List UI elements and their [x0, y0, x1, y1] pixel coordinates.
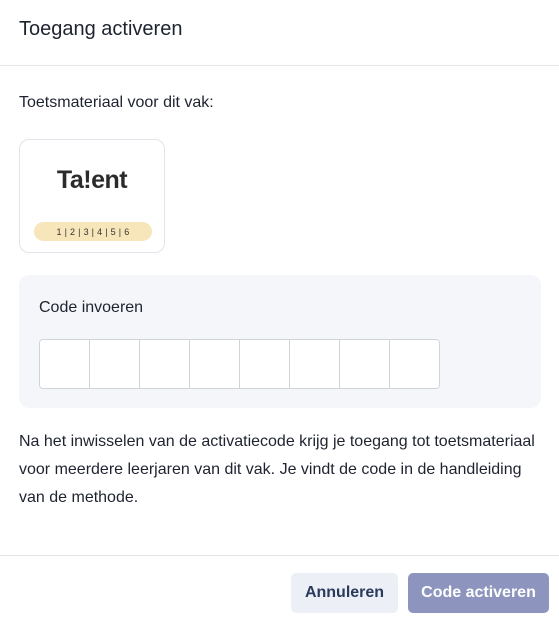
grade-levels-badge: 1 | 2 | 3 | 4 | 5 | 6: [34, 222, 152, 241]
code-digit-input-2[interactable]: [90, 340, 140, 388]
dialog-header: Toegang activeren: [0, 0, 559, 66]
cancel-button[interactable]: Annuleren: [291, 573, 398, 613]
product-card: Ta!ent 1 | 2 | 3 | 4 | 5 | 6: [19, 139, 165, 253]
activation-description: Na het inwisselen van de activatiecode k…: [19, 433, 535, 506]
code-digit-input-5[interactable]: [240, 340, 290, 388]
code-entry-panel: Code invoeren: [19, 275, 541, 408]
code-input-group: [39, 339, 440, 389]
material-label: Toetsmateriaal voor dit vak:: [19, 94, 214, 111]
talent-logo: Ta!ent: [56, 166, 128, 194]
code-digit-input-1[interactable]: [40, 340, 90, 388]
code-digit-input-4[interactable]: [190, 340, 240, 388]
code-digit-input-8[interactable]: [390, 340, 439, 388]
dialog-footer: Annuleren Code activeren: [0, 555, 559, 622]
code-digit-input-6[interactable]: [290, 340, 340, 388]
code-entry-label: Code invoeren: [39, 299, 144, 316]
code-digit-input-3[interactable]: [140, 340, 190, 388]
code-digit-input-7[interactable]: [340, 340, 390, 388]
dialog-title: Toegang activeren: [19, 18, 183, 40]
activate-code-button[interactable]: Code activeren: [408, 573, 549, 613]
